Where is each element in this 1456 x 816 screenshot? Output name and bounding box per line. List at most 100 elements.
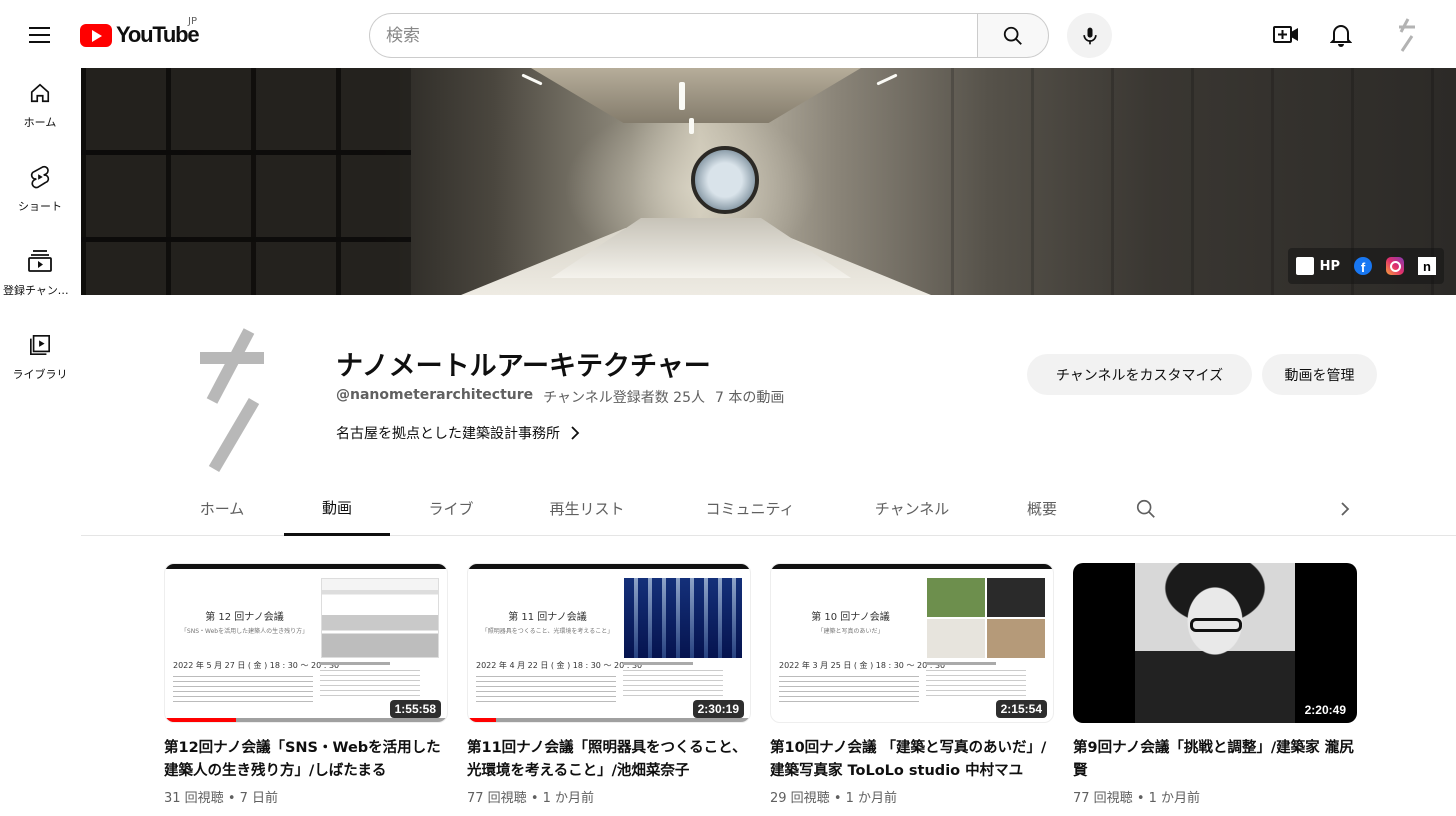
instagram-icon [1386, 257, 1404, 275]
logo-text: YouTube [116, 22, 200, 47]
thumbnail-date: 2022 年 4 月 22 日 ( 金 ) 18 : 30 〜 20 : 30 [476, 661, 643, 670]
search-button[interactable] [977, 13, 1049, 58]
sidebar-item-label: 登録チャンネル [3, 284, 77, 297]
library-icon [27, 332, 53, 358]
search-input[interactable] [369, 13, 977, 58]
search-icon [1136, 499, 1155, 518]
account-avatar[interactable] [1388, 17, 1424, 53]
chevron-right-icon [1341, 502, 1350, 516]
sidebar-item-subscriptions[interactable]: 登録チャンネル [0, 236, 80, 310]
view-count: 31 回視聴 [164, 791, 224, 806]
video-meta: 77 回視聴 • 1 か月前 [1073, 791, 1201, 806]
sidebar-item-home[interactable]: ホーム [0, 68, 80, 142]
video-card: 第 12 回ナノ会議 「SNS・Webを活用した建築人の生き残り方」 2022 … [164, 563, 450, 806]
menu-icon[interactable] [18, 14, 60, 56]
tab-live[interactable]: ライブ [409, 482, 493, 535]
shorts-icon [27, 164, 53, 190]
upload-age: 1 か月前 [542, 791, 595, 806]
thumbnail-title: 第 10 回ナノ会議 [811, 612, 890, 623]
bell-icon [1330, 25, 1352, 47]
video-thumbnail[interactable]: 第 11 回ナノ会議 「照明器具をつくること、光環境を考えること」 2022 年… [467, 563, 751, 723]
video-thumbnail[interactable]: 第 10 回ナノ会議 「建築と写真のあいだ」 2022 年 3 月 25 日 (… [770, 563, 1054, 723]
customize-channel-button[interactable]: チャンネルをカスタマイズ [1027, 354, 1252, 395]
watch-progress [468, 718, 497, 722]
video-meta: 29 回視聴 • 1 か月前 [770, 791, 898, 806]
channel-tabs: ホーム 動画 ライブ 再生リスト コミュニティ チャンネル 概要 [81, 482, 1456, 536]
channel-avatar[interactable] [164, 326, 314, 476]
notifications-button[interactable] [1323, 17, 1359, 53]
subscriber-count: チャンネル登録者数 25人 [543, 390, 705, 406]
youtube-logo[interactable]: YouTube [80, 22, 200, 48]
view-count: 29 回視聴 [770, 791, 830, 806]
channel-description[interactable]: 名古屋を拠点とした建築設計事務所 [336, 423, 580, 443]
upload-age: 7 日前 [239, 791, 279, 806]
view-count: 77 回視聴 [467, 791, 527, 806]
channel-description-text: 名古屋を拠点とした建築設計事務所 [336, 426, 560, 442]
thumbnail-photo [624, 578, 742, 658]
tab-channels[interactable]: チャンネル [856, 482, 968, 535]
video-duration: 2:15:54 [995, 700, 1047, 718]
channel-logo-icon [1399, 18, 1415, 52]
voice-search-button[interactable] [1067, 13, 1112, 58]
thumbnail-subtitle: 「照明器具をつくること、光環境を考えること」 [481, 628, 614, 635]
banner-link-note[interactable]: n [1418, 257, 1436, 275]
sidebar-item-label: ライブラリ [12, 368, 68, 381]
video-meta: 31 回視聴 • 7 日前 [164, 791, 279, 806]
note-icon: n [1418, 257, 1436, 275]
view-count: 77 回視聴 [1073, 791, 1133, 806]
sidebar-item-shorts[interactable]: ショート [0, 152, 80, 226]
video-thumbnail[interactable]: 第 12 回ナノ会議 「SNS・Webを活用した建築人の生き残り方」 2022 … [164, 563, 448, 723]
thumbnail-title: 第 12 回ナノ会議 [205, 612, 284, 623]
tab-videos[interactable]: 動画 [284, 482, 390, 536]
channel-meta: @nanometerarchitecture チャンネル登録者数 25人 7 本… [336, 387, 784, 407]
thumbnail-title: 第 11 回ナノ会議 [508, 612, 587, 623]
video-meta: 77 回視聴 • 1 か月前 [467, 791, 595, 806]
banner-link-facebook[interactable]: f [1354, 257, 1372, 275]
sidebar-item-library[interactable]: ライブラリ [0, 320, 80, 394]
video-title[interactable]: 第12回ナノ会議「SNS・Webを活用した建築人の生き残り方」/しばたまる [164, 737, 450, 783]
microphone-icon [1082, 27, 1097, 44]
banner-link-instagram[interactable] [1386, 257, 1404, 275]
logo-country-code: JP [188, 16, 197, 27]
search-icon [1003, 26, 1022, 45]
facebook-icon: f [1354, 257, 1372, 275]
banner-links: HP f n [1287, 248, 1444, 284]
video-card: 2:20:49 第9回ナノ会議「挑戦と調整」/建築家 瀧尻賢 77 回視聴 • … [1073, 563, 1359, 806]
channel-logo-icon [200, 328, 264, 473]
channel-search-button[interactable] [1131, 494, 1161, 524]
manage-videos-button[interactable]: 動画を管理 [1262, 354, 1377, 395]
tab-playlists[interactable]: 再生リスト [531, 482, 643, 535]
video-title[interactable]: 第9回ナノ会議「挑戦と調整」/建築家 瀧尻賢 [1073, 737, 1359, 783]
video-card: 第 11 回ナノ会議 「照明器具をつくること、光環境を考えること」 2022 年… [467, 563, 753, 806]
chevron-right-icon [571, 426, 580, 440]
thumbnail-subtitle: 「建築と写真のあいだ」 [817, 628, 884, 635]
tab-community[interactable]: コミュニティ [686, 482, 814, 535]
subscriptions-icon [27, 248, 53, 274]
tab-home[interactable]: ホーム [181, 482, 263, 535]
video-duration: 1:55:58 [389, 700, 441, 718]
video-duration: 2:30:19 [692, 700, 744, 718]
video-count: 7 本の動画 [715, 390, 785, 406]
tabs-scroll-right-button[interactable] [1330, 494, 1360, 524]
top-bar: YouTube JP [0, 0, 1456, 68]
sidebar-item-label: ショート [18, 200, 62, 213]
round-window [691, 146, 759, 214]
search-bar [369, 13, 1049, 58]
video-title[interactable]: 第10回ナノ会議 「建築と写真のあいだ」/建築写真家 ToLoLo studio… [770, 737, 1056, 783]
youtube-play-icon [80, 23, 112, 47]
thumbnail-date: 2022 年 3 月 25 日 ( 金 ) 18 : 30 〜 20 : 30 [779, 661, 946, 670]
thumbnail-subtitle: 「SNS・Webを活用した建築人の生き残り方」 [180, 628, 309, 635]
banner-link-hp[interactable]: HP [1295, 257, 1340, 275]
thumbnail-date: 2022 年 5 月 27 日 ( 金 ) 18 : 30 〜 20 : 30 [173, 661, 340, 670]
banner-link-label: HP [1319, 258, 1340, 274]
channel-banner: HP f n [81, 68, 1456, 295]
video-card: 第 10 回ナノ会議 「建築と写真のあいだ」 2022 年 3 月 25 日 (… [770, 563, 1056, 806]
upload-age: 1 か月前 [1148, 791, 1201, 806]
create-video-button[interactable] [1268, 17, 1304, 53]
video-thumbnail[interactable]: 2:20:49 [1073, 563, 1357, 723]
create-video-icon [1273, 26, 1298, 43]
video-title[interactable]: 第11回ナノ会議「照明器具をつくること、光環境を考えること」/池畑菜奈子 [467, 737, 753, 783]
tab-about[interactable]: 概要 [1011, 482, 1073, 535]
home-icon [27, 80, 53, 106]
website-icon [1295, 257, 1314, 275]
